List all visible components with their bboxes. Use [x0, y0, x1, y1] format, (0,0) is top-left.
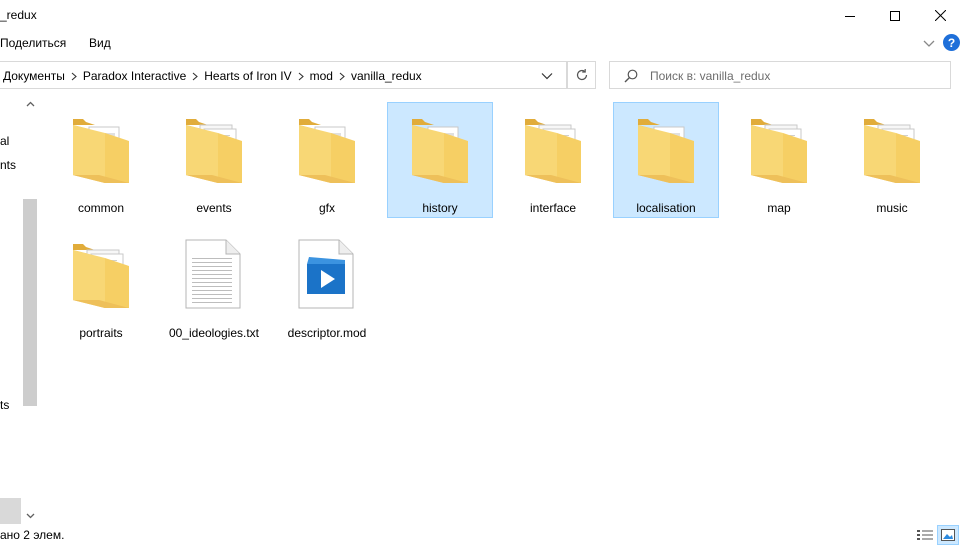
- item-label: descriptor.mod: [287, 326, 367, 340]
- breadcrumb-item[interactable]: Paradox Interactive: [83, 69, 186, 83]
- item-label: history: [422, 201, 458, 215]
- item-label: 00_ideologies.txt: [168, 326, 260, 340]
- nav-item[interactable]: al: [0, 134, 9, 148]
- chevron-down-icon[interactable]: [922, 37, 936, 49]
- folder-icon: [69, 238, 133, 310]
- address-row: Документы Paradox Interactive Hearts of …: [0, 60, 964, 90]
- maximize-button[interactable]: [872, 0, 918, 31]
- folder-icon: [747, 113, 811, 185]
- item-label: events: [196, 201, 232, 215]
- folder-item[interactable]: music: [839, 102, 945, 218]
- scroll-down-button[interactable]: [22, 508, 38, 524]
- file-item[interactable]: descriptor.mod: [274, 227, 380, 343]
- large-icons-view-button[interactable]: [937, 525, 959, 545]
- nav-item[interactable]: nts: [0, 158, 16, 172]
- scroll-up-button[interactable]: [22, 96, 38, 112]
- video-file-icon: [295, 238, 359, 310]
- item-label: music: [876, 201, 908, 215]
- title-bar: _redux: [0, 0, 964, 31]
- item-label: localisation: [636, 201, 696, 215]
- folder-icon: [634, 113, 698, 185]
- breadcrumb: Документы Paradox Interactive Hearts of …: [3, 69, 422, 83]
- scrollbar-thumb[interactable]: [23, 199, 37, 406]
- file-item[interactable]: 00_ideologies.txt: [161, 227, 267, 343]
- folder-icon: [295, 113, 359, 185]
- folder-item[interactable]: localisation: [613, 102, 719, 218]
- address-bar[interactable]: Документы Paradox Interactive Hearts of …: [0, 61, 567, 89]
- search-box[interactable]: [609, 61, 951, 89]
- chevron-right-icon[interactable]: [333, 69, 351, 83]
- chevron-down-icon[interactable]: [541, 70, 553, 82]
- breadcrumb-item[interactable]: vanilla_redux: [351, 69, 422, 83]
- media-folder-icon: [860, 113, 924, 185]
- breadcrumb-item[interactable]: mod: [310, 69, 333, 83]
- item-label: common: [77, 201, 124, 215]
- help-icon[interactable]: ?: [943, 34, 960, 51]
- details-view-button[interactable]: [915, 526, 935, 544]
- chevron-up-icon: [26, 101, 34, 107]
- nav-item-selected[interactable]: [0, 498, 21, 524]
- item-label: interface: [529, 201, 577, 215]
- folder-item[interactable]: gfx: [274, 102, 380, 218]
- tab-view[interactable]: Вид: [89, 36, 111, 50]
- large-icons-view-icon: [941, 529, 955, 541]
- folder-item[interactable]: history: [387, 102, 493, 218]
- details-view-icon: [917, 530, 933, 540]
- refresh-icon: [576, 69, 587, 81]
- folder-icon: [408, 113, 472, 185]
- close-icon: [934, 10, 946, 21]
- chevron-right-icon[interactable]: [65, 69, 83, 83]
- text-file-icon: [182, 238, 246, 310]
- folder-icon: [69, 113, 133, 185]
- nav-scrollbar[interactable]: [22, 96, 38, 524]
- maximize-icon: [890, 10, 900, 21]
- breadcrumb-item[interactable]: Документы: [3, 69, 65, 83]
- folder-item[interactable]: common: [48, 102, 154, 218]
- item-label: map: [767, 201, 791, 215]
- folder-item[interactable]: map: [726, 102, 832, 218]
- search-input[interactable]: [650, 67, 940, 84]
- chevron-right-icon[interactable]: [292, 69, 310, 83]
- file-view: common events gfx history interface localisat…: [40, 92, 964, 524]
- ribbon-tabs: Поделиться Вид: [0, 31, 964, 56]
- item-label: gfx: [318, 201, 335, 215]
- folder-item[interactable]: interface: [500, 102, 606, 218]
- minimize-icon: [845, 15, 855, 17]
- folder-icon: [521, 113, 585, 185]
- folder-icon: [182, 113, 246, 185]
- search-icon: [624, 69, 638, 83]
- breadcrumb-item[interactable]: Hearts of Iron IV: [204, 69, 291, 83]
- item-label: portraits: [79, 326, 123, 340]
- close-button[interactable]: [917, 0, 963, 31]
- folder-item[interactable]: events: [161, 102, 267, 218]
- refresh-button[interactable]: [567, 61, 596, 89]
- status-text: ано 2 элем.: [0, 528, 65, 542]
- nav-item[interactable]: ts: [0, 398, 9, 412]
- status-bar: ано 2 элем.: [0, 524, 964, 547]
- tab-share[interactable]: Поделиться: [0, 36, 66, 50]
- chevron-right-icon[interactable]: [186, 69, 204, 83]
- chevron-down-icon: [26, 513, 34, 519]
- minimize-button[interactable]: [827, 0, 873, 31]
- window-title: _redux: [0, 8, 37, 22]
- folder-item[interactable]: portraits: [48, 227, 154, 343]
- navigation-pane: al nts ts: [0, 92, 22, 524]
